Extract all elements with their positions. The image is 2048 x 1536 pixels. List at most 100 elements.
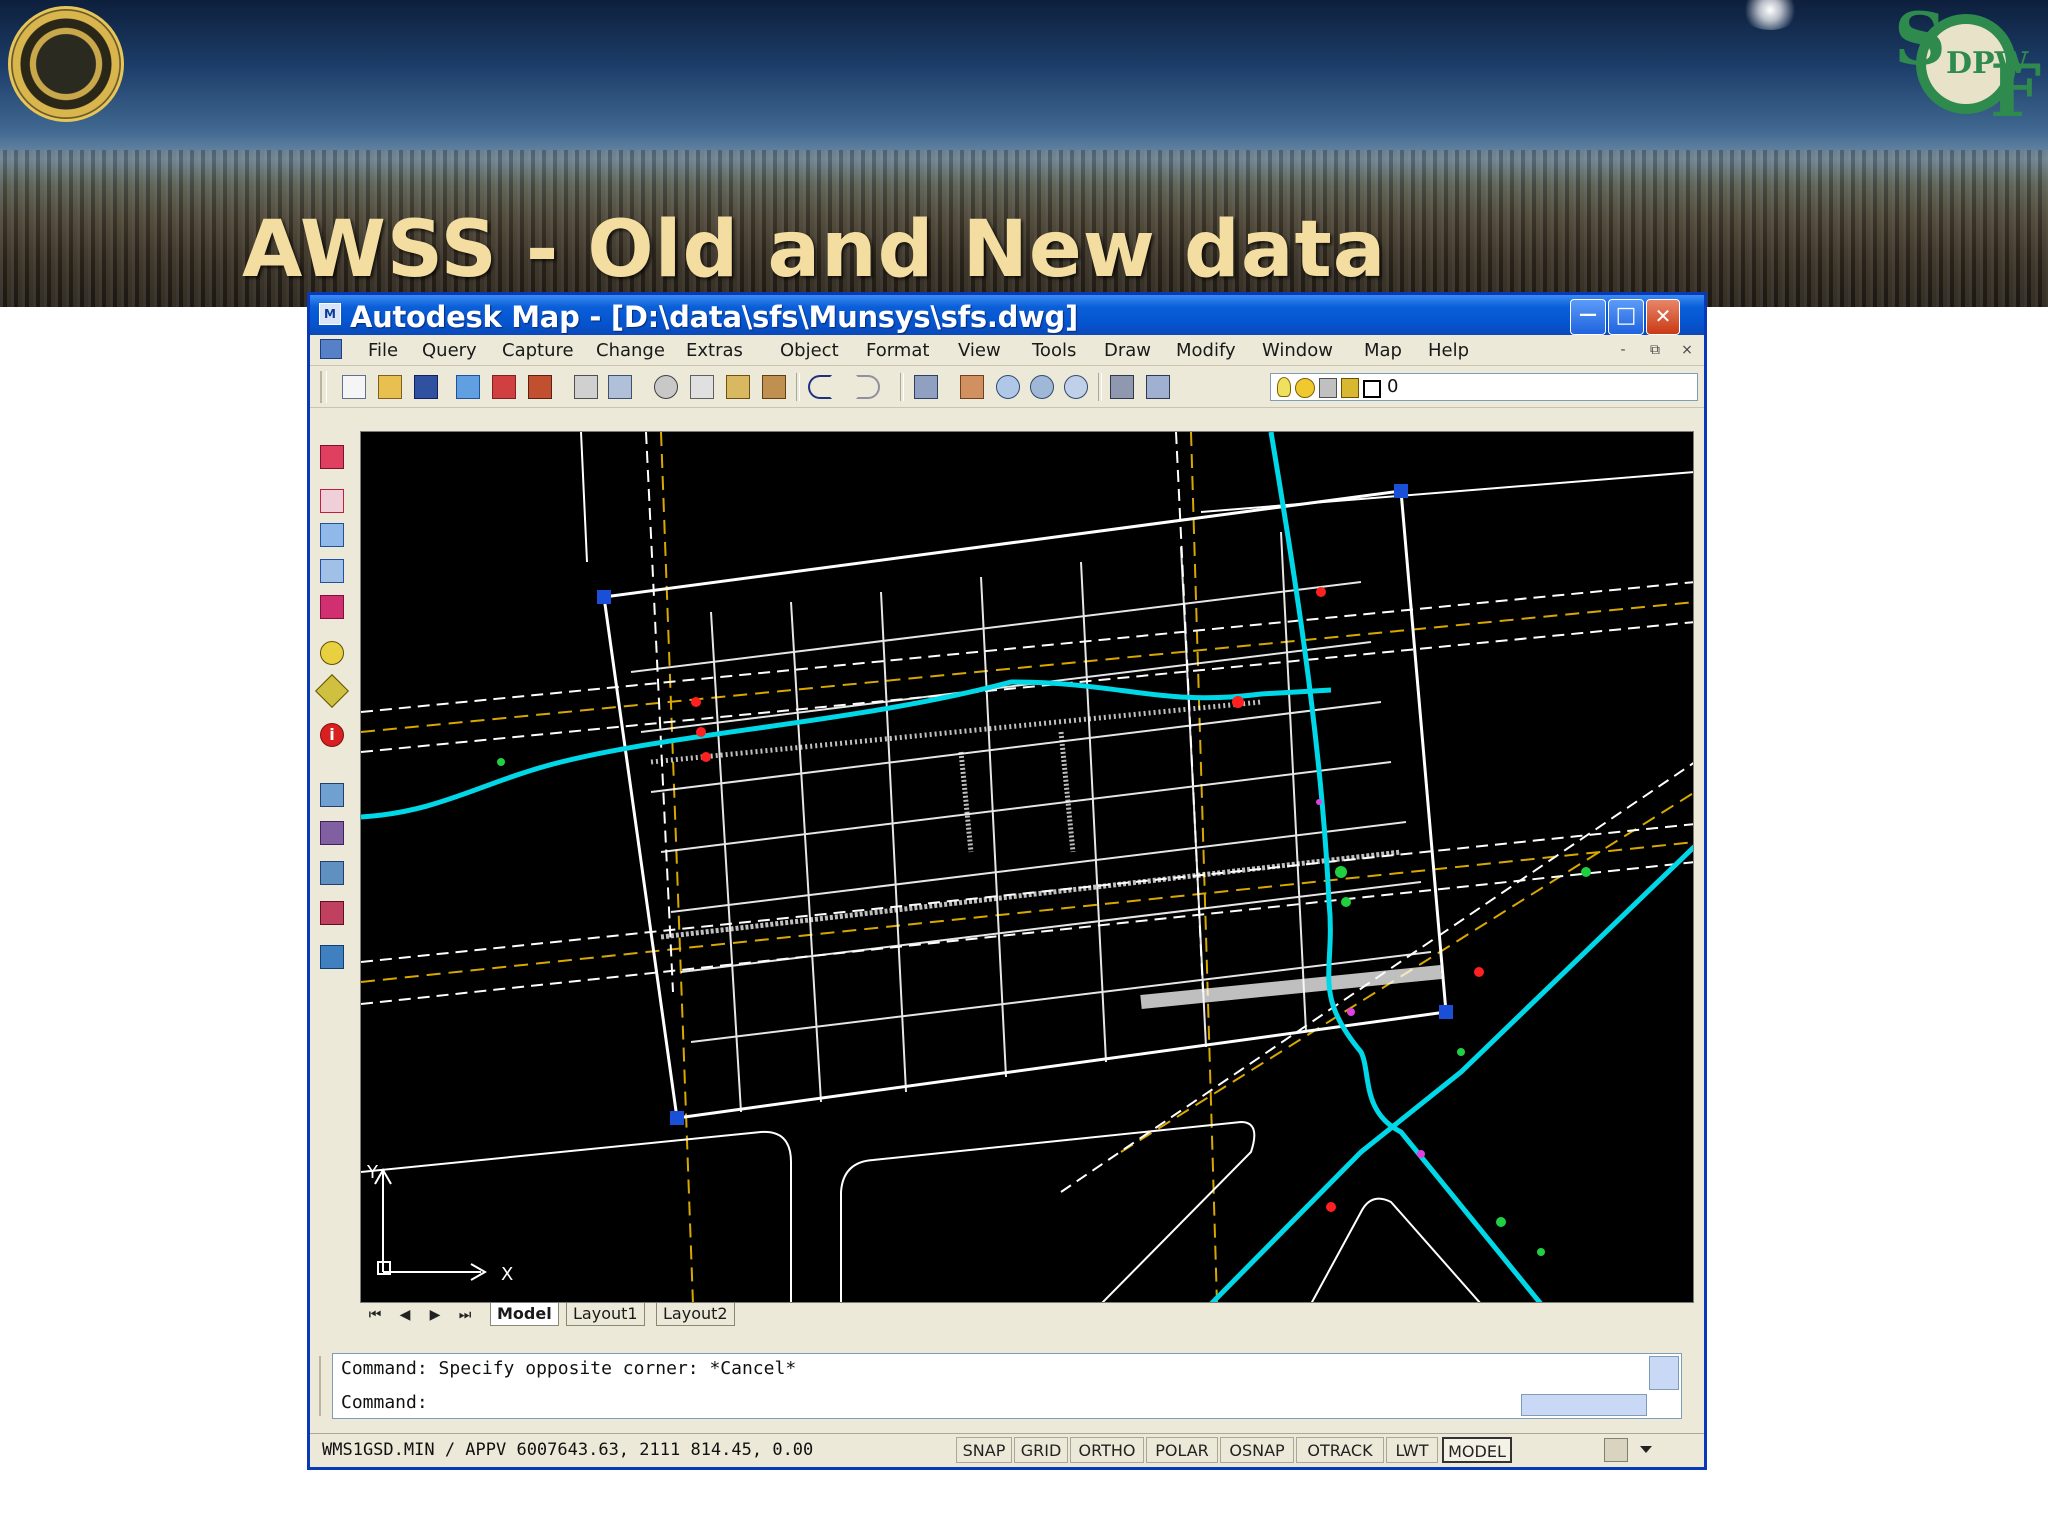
map-tool-7-icon[interactable] xyxy=(315,674,349,708)
map-tool-12-icon[interactable] xyxy=(320,945,344,969)
menu-map[interactable]: Map xyxy=(1364,340,1402,361)
command-line-grip[interactable] xyxy=(319,1356,325,1416)
plot-icon[interactable] xyxy=(492,375,516,399)
print-icon[interactable] xyxy=(574,375,598,399)
properties-icon[interactable] xyxy=(1110,375,1134,399)
toolbar-grip[interactable] xyxy=(320,371,327,403)
menu-help[interactable]: Help xyxy=(1428,340,1469,361)
osnap-toggle[interactable]: OSNAP xyxy=(1220,1437,1294,1463)
maximize-button[interactable]: □ xyxy=(1608,299,1644,335)
polar-toggle[interactable]: POLAR xyxy=(1146,1437,1218,1463)
road-edges xyxy=(361,432,1693,1193)
find-icon[interactable] xyxy=(608,375,632,399)
menu-modify[interactable]: Modify xyxy=(1176,340,1236,361)
ucs-x-label: X xyxy=(501,1264,513,1285)
close-icon: ✕ xyxy=(1654,304,1672,328)
plot-preview-icon[interactable] xyxy=(528,375,552,399)
hyperlink-icon[interactable] xyxy=(914,375,938,399)
new-icon[interactable] xyxy=(342,375,366,399)
map-tool-4-icon[interactable] xyxy=(320,559,344,583)
zoom-previous-icon[interactable] xyxy=(1064,375,1088,399)
doc-minimize-button[interactable]: - xyxy=(1612,340,1634,360)
otrack-toggle[interactable]: OTRACK xyxy=(1296,1437,1384,1463)
menu-capture[interactable]: Capture xyxy=(502,340,574,361)
tab-layout2[interactable]: Layout2 xyxy=(656,1303,735,1326)
autodesk-map-app-icon[interactable]: M xyxy=(319,303,341,325)
map-tool-2-icon[interactable] xyxy=(320,489,344,513)
next-tab-button[interactable]: ▶ xyxy=(424,1306,446,1324)
toolbar-separator xyxy=(900,373,904,401)
map-tool-8-icon[interactable] xyxy=(320,783,344,807)
menu-change[interactable]: Change xyxy=(596,340,665,361)
tab-model[interactable]: Model xyxy=(490,1303,559,1326)
layout-tabs-bar: ⏮ ◀ ▶ ⏭ Model Layout1 Layout2 xyxy=(360,1303,1694,1327)
layer-on-icon[interactable] xyxy=(1277,377,1291,397)
map-tool-5-icon[interactable] xyxy=(320,595,344,619)
menu-extras[interactable]: Extras xyxy=(686,340,743,361)
layer-thaw-icon[interactable] xyxy=(1295,378,1315,398)
grid-toggle[interactable]: GRID xyxy=(1014,1437,1068,1463)
drawing-canvas[interactable]: X Y xyxy=(360,431,1694,1303)
command-prompt[interactable]: Command: xyxy=(341,1392,428,1413)
first-tab-button[interactable]: ⏮ xyxy=(364,1306,386,1324)
publish-icon[interactable] xyxy=(456,375,480,399)
zoom-window-icon[interactable] xyxy=(1030,375,1054,399)
sfpw-logo-s-letter: S xyxy=(1894,0,1946,81)
communication-center-icon[interactable] xyxy=(1604,1438,1628,1462)
map-tool-11-icon[interactable] xyxy=(320,901,344,925)
info-icon[interactable]: i xyxy=(320,723,344,747)
menu-draw[interactable]: Draw xyxy=(1104,340,1151,361)
menu-object[interactable]: Object xyxy=(780,340,839,361)
design-center-icon[interactable] xyxy=(1146,375,1170,399)
minimize-button[interactable]: — xyxy=(1570,299,1606,335)
ortho-toggle[interactable]: ORTHO xyxy=(1070,1437,1144,1463)
toolbar-separator xyxy=(796,373,800,401)
document-icon[interactable] xyxy=(320,339,342,359)
menu-view[interactable]: View xyxy=(958,340,1001,361)
menu-tools[interactable]: Tools xyxy=(1032,340,1076,361)
layer-combo[interactable]: 0 xyxy=(1270,373,1698,401)
ucs-icon xyxy=(374,1167,488,1281)
zoom-realtime-icon[interactable] xyxy=(996,375,1020,399)
map-tool-6-icon[interactable] xyxy=(320,641,344,665)
map-tool-10-icon[interactable] xyxy=(320,861,344,885)
snap-toggle[interactable]: SNAP xyxy=(956,1437,1012,1463)
prev-tab-button[interactable]: ◀ xyxy=(394,1306,416,1324)
layer-lock-icon[interactable] xyxy=(1319,378,1337,398)
doc-close-button[interactable]: × xyxy=(1676,340,1698,360)
tab-layout1[interactable]: Layout1 xyxy=(566,1303,645,1326)
undo-icon[interactable] xyxy=(808,375,832,399)
lwt-toggle[interactable]: LWT xyxy=(1386,1437,1438,1463)
save-icon[interactable] xyxy=(414,375,438,399)
map-tool-3-icon[interactable] xyxy=(320,523,344,547)
command-vertical-scrollbar[interactable] xyxy=(1649,1356,1679,1390)
menu-format[interactable]: Format xyxy=(866,340,929,361)
menu-query[interactable]: Query xyxy=(422,340,477,361)
match-properties-icon[interactable] xyxy=(762,375,786,399)
status-menu-arrow-icon[interactable] xyxy=(1640,1446,1652,1453)
coordinate-readout: WMS1GSD.MIN / APPV 6007643.63, 2111 814.… xyxy=(322,1440,814,1460)
command-horizontal-scrollbar[interactable] xyxy=(1521,1394,1647,1416)
minimize-icon: — xyxy=(1579,304,1597,325)
window-titlebar[interactable]: M Autodesk Map - [D:\data\sfs\Munsys\sfs… xyxy=(310,295,1704,335)
cad-drawing: X Y xyxy=(361,432,1693,1302)
redo-icon[interactable] xyxy=(856,375,880,399)
open-icon[interactable] xyxy=(378,375,402,399)
close-button[interactable]: ✕ xyxy=(1646,299,1680,335)
model-toggle[interactable]: MODEL xyxy=(1442,1437,1512,1463)
last-tab-button[interactable]: ⏭ xyxy=(454,1306,476,1324)
menu-window[interactable]: Window xyxy=(1262,340,1333,361)
cut-icon[interactable] xyxy=(654,375,678,399)
paste-icon[interactable] xyxy=(726,375,750,399)
copy-icon[interactable] xyxy=(690,375,714,399)
doc-restore-button[interactable]: ⧉ xyxy=(1644,340,1666,360)
map-tool-9-icon[interactable] xyxy=(320,821,344,845)
slide-banner: S DPW F AWSS - Old and New data xyxy=(0,0,2048,307)
map-tool-1-icon[interactable] xyxy=(320,445,344,469)
pan-icon[interactable] xyxy=(960,375,984,399)
menu-file[interactable]: File xyxy=(368,340,398,361)
map-left-toolbar: i xyxy=(310,409,350,1295)
command-line[interactable]: Command: Specify opposite corner: *Cance… xyxy=(319,1353,1682,1419)
menu-bar: File Query Capture Change Extras Object … xyxy=(310,335,1704,366)
layer-plot-icon[interactable] xyxy=(1341,378,1359,398)
